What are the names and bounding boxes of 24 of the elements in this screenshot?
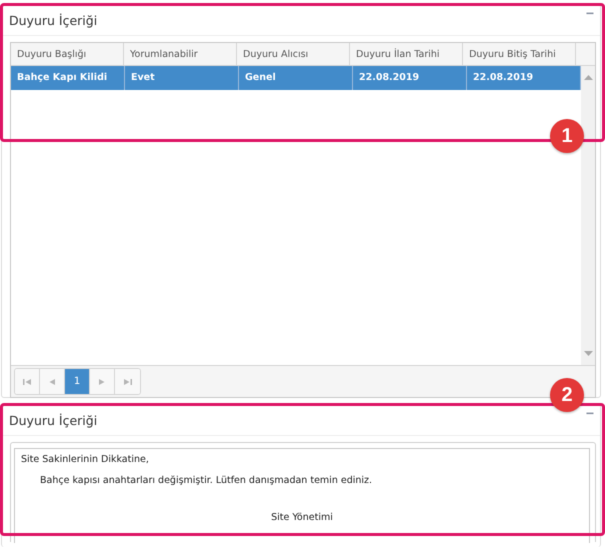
first-page-icon [23,378,31,386]
content-text: Bahçe kapısı anahtarları değişmiştir. Lütfen danışmadan temin ediniz. [39,475,374,486]
next-page-icon [98,378,106,386]
column-header[interactable]: Duyuru Alıcısı [237,43,350,65]
previous-page-icon [48,378,56,386]
table-cell: Bahçe Kapı Kilidi [11,66,125,90]
table-cell: Evet [125,66,239,90]
content-text: Site Sakinlerinin Dikkatine, [21,454,150,465]
scrollbar[interactable] [581,66,595,366]
column-header[interactable]: Yorumlanabilir [124,43,238,65]
table-cell: Genel [239,66,353,90]
content-text: Site Yönetimi [270,512,334,523]
column-header[interactable]: Duyuru Başlığı [11,43,124,65]
table-row[interactable]: Bahçe Kapı Kilidi Evet Genel 22.08.2019 22.08.2019 [11,66,581,90]
column-header[interactable]: Duyuru Bitiş Tarihi [463,43,576,65]
page-button[interactable]: 1 [65,369,90,394]
first-page-button[interactable] [15,369,40,394]
scroll-down-icon [584,351,592,358]
scroll-up-icon [584,74,592,80]
last-page-icon [124,378,132,386]
table-cell: 22.08.2019 [353,66,467,90]
panel-title: Duyuru İçeriği [9,412,98,428]
column-header[interactable]: Duyuru İlan Tarihi [350,43,464,65]
panel-title: Duyuru İçeriği [9,12,98,28]
